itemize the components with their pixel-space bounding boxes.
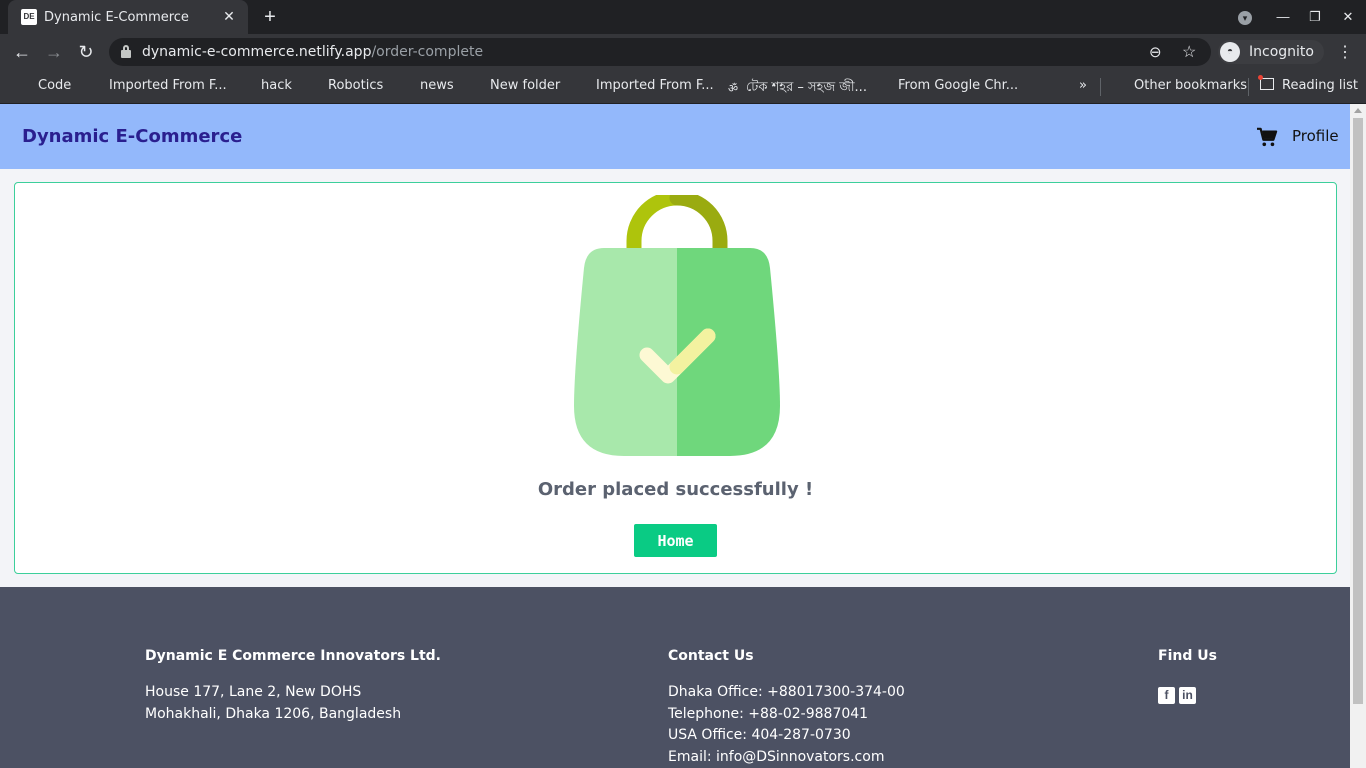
site-header: Dynamic E-Commerce Profile: [0, 104, 1350, 169]
site-footer: Dynamic E Commerce Innovators Ltd. House…: [0, 587, 1350, 768]
bookmark-item[interactable]: Code: [38, 78, 71, 93]
contact-email[interactable]: Email: info@DSinnovators.com: [668, 749, 884, 765]
company-name: Dynamic E Commerce Innovators Ltd.: [145, 648, 442, 664]
reading-list-label: Reading list: [1282, 78, 1358, 93]
profile-link[interactable]: Profile: [1292, 127, 1339, 145]
browser-tab[interactable]: DE Dynamic E-Commerce ✕: [8, 0, 248, 34]
bookmark-label: টেক শহর – সহজ জী...: [746, 80, 867, 95]
browser-toolbar: ← → ↻ dynamic-e-commerce.netlify.app/ord…: [0, 34, 1366, 70]
back-button[interactable]: ←: [10, 40, 34, 64]
new-tab-button[interactable]: +: [258, 6, 282, 28]
linkedin-icon[interactable]: in: [1179, 687, 1196, 704]
url-path: /order-complete: [371, 44, 484, 60]
social-links: f in: [1158, 684, 1200, 704]
scrollbar-thumb[interactable]: [1353, 118, 1363, 704]
tab-search-button[interactable]: ▾: [1235, 8, 1255, 26]
facebook-icon[interactable]: f: [1158, 687, 1175, 704]
company-address-line2: Mohakhali, Dhaka 1206, Bangladesh: [145, 706, 402, 722]
browser-menu-icon[interactable]: ⋮: [1337, 42, 1353, 62]
web-page: Dynamic E-Commerce Profile Order placed …: [0, 104, 1350, 768]
chevron-down-icon: ▾: [1238, 11, 1252, 25]
find-us-title: Find Us: [1158, 648, 1217, 664]
lock-icon[interactable]: [121, 45, 131, 58]
contact-usa: USA Office: 404-287-0730: [668, 727, 851, 743]
scroll-up-arrow-icon[interactable]: [1354, 108, 1362, 113]
bookmarks-bar: Code Imported From F... hack Robotics ne…: [0, 70, 1366, 104]
restore-button[interactable]: ❐: [1305, 8, 1325, 26]
contact-title: Contact Us: [668, 648, 754, 664]
bookmark-item[interactable]: hack: [261, 78, 292, 93]
bookmark-item[interactable]: Imported From F...: [109, 78, 227, 93]
bookmark-item[interactable]: Robotics: [328, 78, 383, 93]
tab-close-icon[interactable]: ✕: [220, 7, 238, 25]
bookmark-item[interactable]: Imported From F...: [596, 78, 714, 93]
brand-logo[interactable]: Dynamic E-Commerce: [22, 126, 242, 147]
home-button[interactable]: Home: [634, 524, 717, 557]
bookmark-item[interactable]: news: [420, 78, 454, 93]
site-favicon-icon: DE: [21, 9, 37, 25]
reload-button[interactable]: ↻: [74, 40, 98, 64]
order-complete-card: Order placed successfully ! Home: [14, 182, 1337, 574]
bookmarks-divider: [1100, 78, 1101, 96]
bookmark-item[interactable]: ॐ টেক শহর – সহজ জী...: [728, 78, 867, 99]
zoom-icon[interactable]: ⊖: [1149, 43, 1162, 61]
contact-dhaka: Dhaka Office: +88017300-374-00: [668, 684, 905, 700]
address-bar[interactable]: dynamic-e-commerce.netlify.app/order-com…: [109, 38, 1211, 66]
company-address-line1: House 177, Lane 2, New DOHS: [145, 684, 362, 700]
shopping-bag-check-icon: [574, 195, 780, 456]
reading-list-icon: [1258, 75, 1274, 90]
other-bookmarks[interactable]: Other bookmarks: [1134, 78, 1247, 93]
browser-tabstrip: DE Dynamic E-Commerce ✕ + ▾ — ❐ ✕: [0, 0, 1366, 34]
bookmark-item[interactable]: From Google Chr...: [898, 78, 1018, 93]
url-text[interactable]: dynamic-e-commerce.netlify.app/order-com…: [142, 44, 483, 60]
reading-list[interactable]: Reading list: [1258, 75, 1358, 93]
bookmark-favicon-icon: ॐ: [728, 82, 739, 95]
order-success-message: Order placed successfully !: [537, 479, 814, 500]
contact-telephone: Telephone: +88-02-9887041: [668, 706, 869, 722]
incognito-label: Incognito: [1249, 44, 1314, 60]
forward-button[interactable]: →: [42, 40, 66, 64]
more-bookmarks-icon[interactable]: »: [1079, 78, 1087, 93]
url-host: dynamic-e-commerce.netlify.app: [142, 44, 372, 60]
bookmark-item[interactable]: New folder: [490, 78, 560, 93]
cart-icon[interactable]: [1256, 127, 1278, 147]
incognito-indicator[interactable]: ◓ Incognito: [1218, 40, 1324, 64]
page-scrollbar[interactable]: [1350, 104, 1366, 768]
incognito-icon: ◓: [1220, 42, 1240, 62]
minimize-button[interactable]: —: [1273, 8, 1293, 26]
tab-title: Dynamic E-Commerce: [44, 10, 189, 25]
close-window-button[interactable]: ✕: [1338, 8, 1358, 26]
bookmark-star-icon[interactable]: ☆: [1182, 42, 1196, 62]
bookmarks-divider: [1248, 78, 1249, 96]
